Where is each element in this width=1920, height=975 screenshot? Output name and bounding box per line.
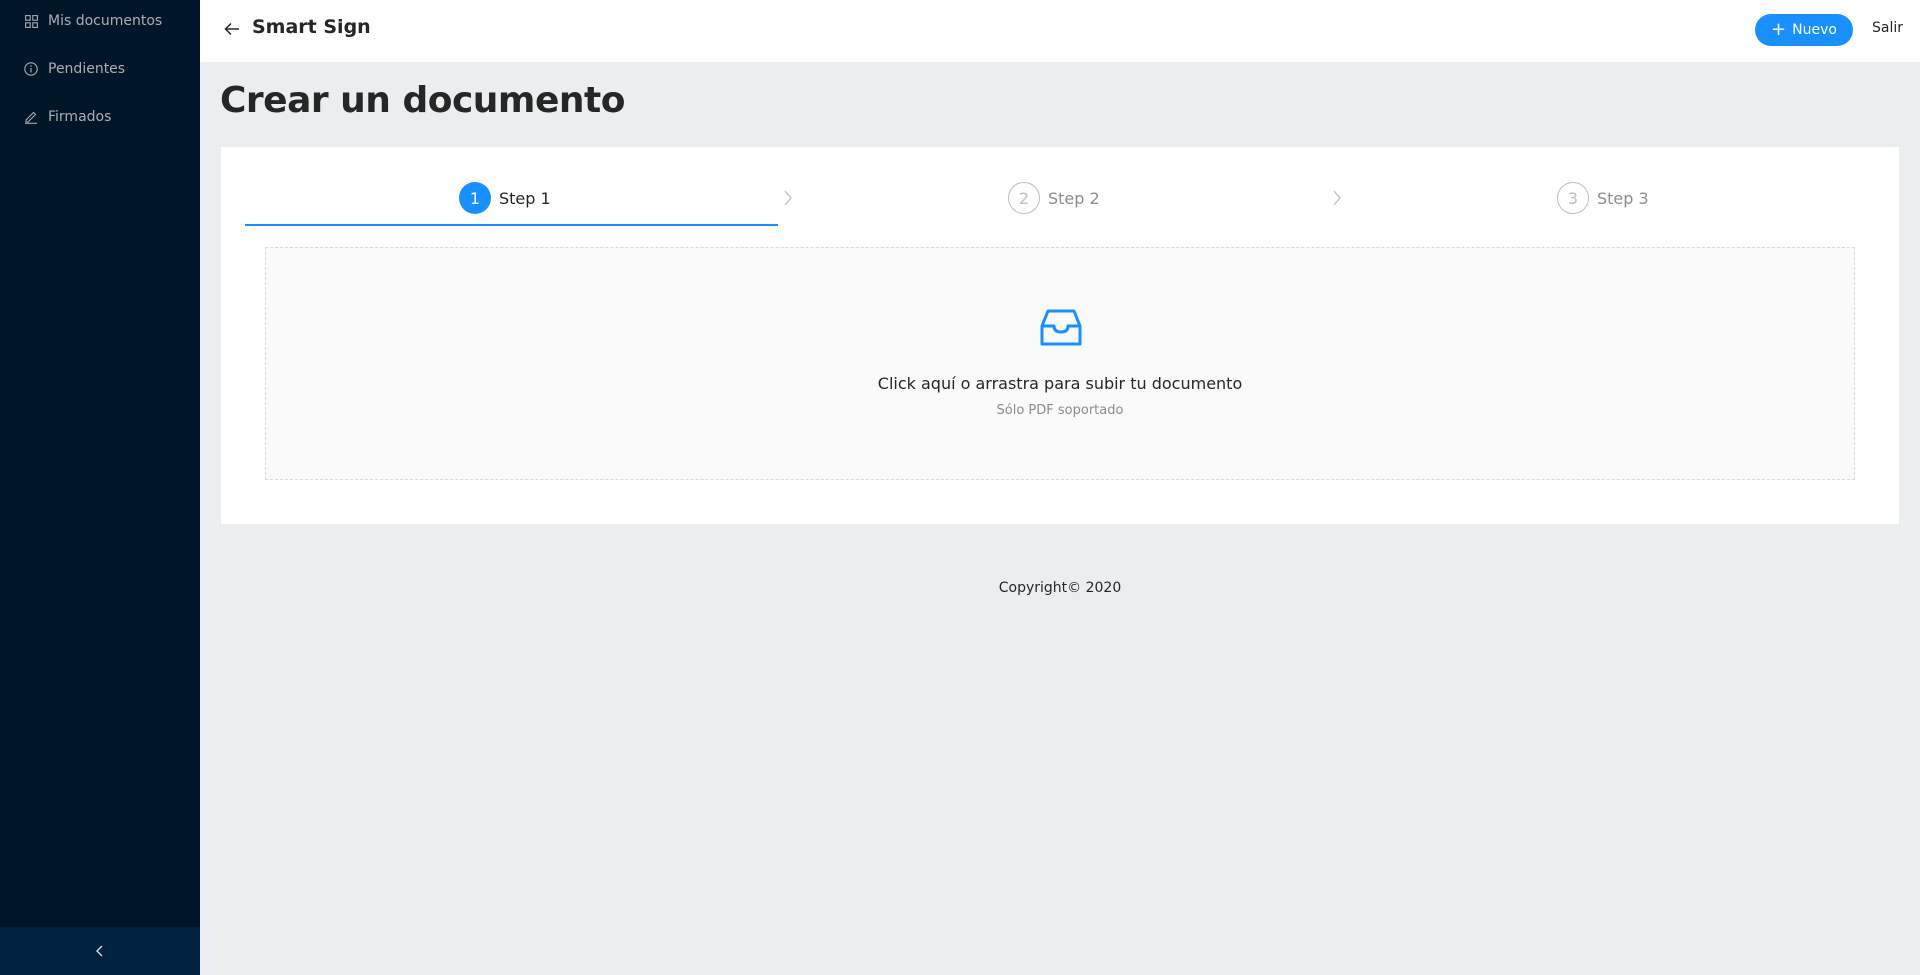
- step-1[interactable]: 1 Step 1: [459, 182, 551, 214]
- sidebar: Mis documentos Pendientes Firmados: [0, 0, 200, 975]
- chevron-right-icon: [781, 189, 795, 207]
- steps: 1 Step 1 2 Step 2 3 Step 3: [245, 173, 1875, 226]
- step-number: 1: [459, 182, 491, 214]
- sidebar-item-label: Pendientes: [48, 61, 126, 77]
- step-label: Step 3: [1597, 188, 1649, 208]
- step-label: Step 1: [499, 188, 551, 208]
- back-button[interactable]: [220, 18, 244, 42]
- upload-dropzone[interactable]: Click aquí o arrastra para subir tu docu…: [265, 247, 1855, 480]
- header: Smart Sign + Nuevo Salir: [200, 0, 1920, 62]
- create-document-card: 1 Step 1 2 Step 2 3 Step 3 Click aquí o …: [221, 147, 1899, 524]
- step-number: 3: [1557, 182, 1589, 214]
- step-3[interactable]: 3 Step 3: [1557, 182, 1649, 214]
- plus-icon: +: [1771, 19, 1787, 40]
- step-label: Step 2: [1048, 188, 1100, 208]
- dashboard-icon: [24, 14, 38, 28]
- upload-text: Click aquí o arrastra para subir tu docu…: [877, 374, 1243, 393]
- arrow-left-icon: [224, 21, 240, 40]
- step-number: 2: [1008, 182, 1040, 214]
- sidebar-item-label: Firmados: [48, 109, 112, 125]
- upload-hint: Sólo PDF soportado: [996, 403, 1124, 418]
- inbox-icon: [1039, 308, 1083, 348]
- edit-icon: [24, 110, 38, 124]
- chevron-left-icon: [95, 942, 105, 961]
- app-title: Smart Sign: [252, 16, 371, 38]
- chevron-right-icon: [1330, 189, 1344, 207]
- sidebar-item-mis-documentos[interactable]: Mis documentos: [0, 1, 200, 41]
- step-2[interactable]: 2 Step 2: [1008, 182, 1100, 214]
- sidebar-collapse-button[interactable]: [0, 927, 200, 975]
- sidebar-item-firmados[interactable]: Firmados: [0, 97, 200, 137]
- sidebar-item-pendientes[interactable]: Pendientes: [0, 49, 200, 89]
- new-document-button[interactable]: + Nuevo: [1755, 14, 1853, 46]
- logout-link[interactable]: Salir: [1872, 20, 1903, 36]
- sidebar-item-label: Mis documentos: [48, 13, 163, 29]
- new-button-label: Nuevo: [1792, 22, 1837, 38]
- page-title: Crear un documento: [220, 80, 625, 121]
- active-step-underline: [245, 224, 778, 226]
- info-circle-icon: [24, 62, 38, 76]
- footer-copyright: Copyright© 2020: [998, 580, 1122, 596]
